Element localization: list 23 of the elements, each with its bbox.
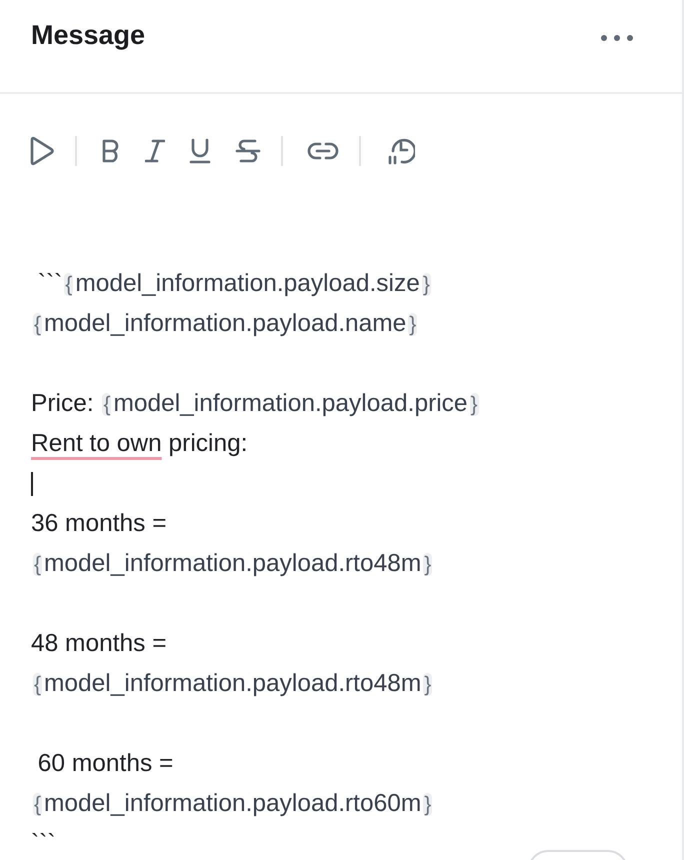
variable-token[interactable]: {model_information.payload.name} bbox=[31, 304, 420, 344]
variable-token[interactable]: {model_information.payload.price} bbox=[100, 384, 481, 424]
message-text: pricing: bbox=[168, 429, 248, 459]
italic-icon[interactable] bbox=[145, 139, 165, 163]
panel-title: Message bbox=[31, 20, 146, 51]
variable-token[interactable]: {model_information.payload.rto48m} bbox=[31, 544, 434, 584]
more-icon[interactable] bbox=[600, 34, 634, 42]
misspelled-text: Rent to own bbox=[31, 429, 162, 459]
message-text: 48 months = bbox=[31, 629, 167, 659]
play-icon[interactable] bbox=[29, 136, 55, 166]
message-text: ``` bbox=[31, 829, 56, 859]
link-icon[interactable] bbox=[307, 141, 339, 161]
message-text: Price: bbox=[31, 389, 95, 419]
variable-token[interactable]: {model_information.payload.size} bbox=[62, 264, 433, 304]
message-text: 36 months = bbox=[31, 509, 167, 539]
message-text: ``` bbox=[36, 269, 62, 299]
variable-token[interactable]: {model_information.payload.rto60m} bbox=[31, 784, 434, 824]
strikethrough-icon[interactable] bbox=[235, 138, 261, 164]
underline-icon[interactable] bbox=[189, 138, 211, 164]
message-text: 60 months = bbox=[36, 749, 174, 779]
bold-icon[interactable] bbox=[101, 139, 121, 163]
text-cursor bbox=[31, 472, 33, 496]
variable-token[interactable]: {model_information.payload.rto48m} bbox=[31, 664, 434, 704]
